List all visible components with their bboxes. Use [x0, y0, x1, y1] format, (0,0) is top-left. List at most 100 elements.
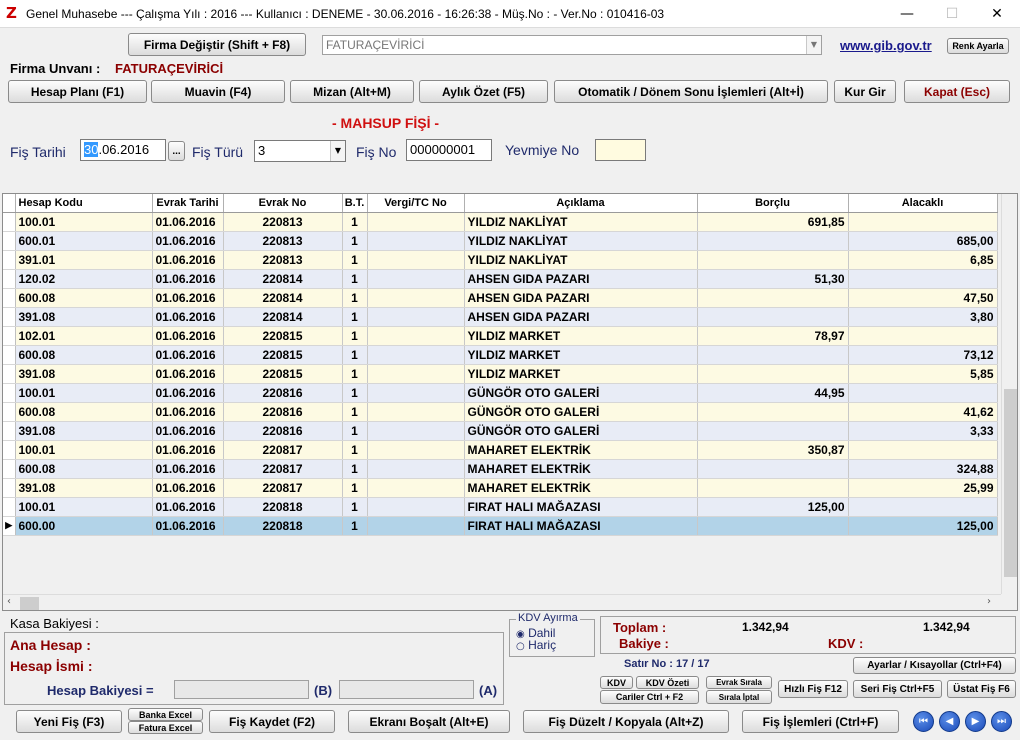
cell-alacakli[interactable] — [848, 269, 998, 289]
cell-alacakli[interactable] — [848, 497, 998, 517]
cell-aciklama[interactable]: GÜNGÖR OTO GALERİ — [464, 383, 698, 403]
cell-vergi-tc-no[interactable] — [367, 269, 465, 289]
cell-evrak-no[interactable]: 220814 — [223, 269, 343, 289]
row-selector[interactable] — [3, 307, 16, 327]
firma-combo[interactable]: FATURAÇEVİRİCİ ▼ — [322, 35, 822, 55]
cell-evrak-no[interactable]: 220814 — [223, 307, 343, 327]
row-selector[interactable] — [3, 402, 16, 422]
cell-bt[interactable]: 1 — [342, 478, 368, 498]
cell-alacakli[interactable]: 6,85 — [848, 250, 998, 270]
previous-record-icon[interactable]: ◀ — [939, 711, 960, 732]
cell-evrak-no[interactable]: 220817 — [223, 478, 343, 498]
table-row[interactable]: 100.01 01.06.2016 220817 1 MAHARET ELEKTRİK 3… — [3, 440, 998, 460]
muavin-button[interactable]: Muavin (F4) — [151, 80, 285, 103]
fis-tarihi-input[interactable]: 30.06.2016 — [80, 139, 166, 161]
aylik-ozet-button[interactable]: Aylık Özet (F5) — [419, 80, 548, 103]
fis-kaydet-button[interactable]: Fiş Kaydet (F2) — [209, 710, 335, 733]
fis-duzelt-kopyala-button[interactable]: Fiş Düzelt / Kopyala (Alt+Z) — [523, 710, 729, 733]
cell-evrak-no[interactable]: 220813 — [223, 250, 343, 270]
table-row[interactable]: 600.08 01.06.2016 220815 1 YILDIZ MARKET 73,1… — [3, 345, 998, 365]
row-selector[interactable]: ▶ — [3, 516, 16, 536]
cell-evrak-no[interactable]: 220814 — [223, 288, 343, 308]
scroll-right-icon[interactable]: › — [987, 596, 991, 607]
cell-bt[interactable]: 1 — [342, 421, 368, 441]
table-row[interactable]: 600.08 01.06.2016 220814 1 AHSEN GIDA PAZARI… — [3, 288, 998, 308]
col-aciklama[interactable]: Açıklama — [464, 194, 698, 213]
cell-hesap-kodu[interactable]: 600.08 — [15, 402, 153, 422]
fatura-excel-button[interactable]: Fatura Excel — [128, 721, 203, 734]
cell-alacakli[interactable]: 3,33 — [848, 421, 998, 441]
ustat-fis-button[interactable]: Üstat Fiş F6 — [947, 680, 1016, 698]
row-selector[interactable] — [3, 497, 16, 517]
cell-hesap-kodu[interactable]: 391.01 — [15, 250, 153, 270]
cell-evrak-no[interactable]: 220817 — [223, 440, 343, 460]
cell-hesap-kodu[interactable]: 100.01 — [15, 497, 153, 517]
cell-aciklama[interactable]: MAHARET ELEKTRİK — [464, 440, 698, 460]
cell-evrak-tarihi[interactable]: 01.06.2016 — [152, 383, 224, 403]
cell-evrak-no[interactable]: 220815 — [223, 345, 343, 365]
kapat-button[interactable]: Kapat (Esc) — [904, 80, 1010, 103]
cell-vergi-tc-no[interactable] — [367, 345, 465, 365]
cell-vergi-tc-no[interactable] — [367, 478, 465, 498]
yeni-fis-button[interactable]: Yeni Fiş (F3) — [16, 710, 122, 733]
cell-aciklama[interactable]: GÜNGÖR OTO GALERİ — [464, 402, 698, 422]
cell-hesap-kodu[interactable]: 391.08 — [15, 364, 153, 384]
cell-alacakli[interactable]: 685,00 — [848, 231, 998, 251]
cell-evrak-no[interactable]: 220818 — [223, 497, 343, 517]
row-selector[interactable] — [3, 440, 16, 460]
maximize-icon[interactable]: ☐ — [929, 0, 975, 28]
cell-alacakli[interactable]: 25,99 — [848, 478, 998, 498]
cell-bt[interactable]: 1 — [342, 326, 368, 346]
cell-borclu[interactable] — [697, 459, 849, 479]
fis-islemleri-button[interactable]: Fiş İşlemleri (Ctrl+F) — [742, 710, 899, 733]
table-row[interactable]: 100.01 01.06.2016 220818 1 FIRAT HALI MAĞAZA… — [3, 497, 998, 517]
cell-alacakli[interactable] — [848, 212, 998, 232]
table-row[interactable]: 391.01 01.06.2016 220813 1 YILDIZ NAKLİYAT 6,… — [3, 250, 998, 270]
cell-vergi-tc-no[interactable] — [367, 440, 465, 460]
cell-alacakli[interactable] — [848, 383, 998, 403]
cell-borclu[interactable]: 125,00 — [697, 497, 849, 517]
table-row[interactable]: 100.01 01.06.2016 220816 1 GÜNGÖR OTO GALERİ… — [3, 383, 998, 403]
table-row[interactable]: 600.08 01.06.2016 220817 1 MAHARET ELEKTRİK 3… — [3, 459, 998, 479]
hizli-fis-button[interactable]: Hızlı Fiş F12 — [778, 680, 848, 698]
row-selector[interactable] — [3, 288, 16, 308]
cell-evrak-no[interactable]: 220816 — [223, 402, 343, 422]
row-selector[interactable] — [3, 383, 16, 403]
table-row[interactable]: 102.01 01.06.2016 220815 1 YILDIZ MARKET 78,9… — [3, 326, 998, 346]
cell-hesap-kodu[interactable]: 120.02 — [15, 269, 153, 289]
cell-evrak-tarihi[interactable]: 01.06.2016 — [152, 516, 224, 536]
cell-vergi-tc-no[interactable] — [367, 402, 465, 422]
cell-borclu[interactable] — [697, 402, 849, 422]
cell-evrak-no[interactable]: 220813 — [223, 231, 343, 251]
scroll-left-icon[interactable]: ‹ — [7, 596, 11, 607]
cell-aciklama[interactable]: AHSEN GIDA PAZARI — [464, 288, 698, 308]
cell-borclu[interactable]: 691,85 — [697, 212, 849, 232]
cell-evrak-no[interactable]: 220816 — [223, 421, 343, 441]
cell-evrak-tarihi[interactable]: 01.06.2016 — [152, 497, 224, 517]
cell-bt[interactable]: 1 — [342, 383, 368, 403]
sirala-iptal-button[interactable]: Sırala İptal — [706, 690, 772, 704]
cell-hesap-kodu[interactable]: 600.08 — [15, 459, 153, 479]
cell-evrak-tarihi[interactable]: 01.06.2016 — [152, 288, 224, 308]
cell-vergi-tc-no[interactable] — [367, 383, 465, 403]
fis-grid[interactable]: Hesap Kodu Evrak Tarihi Evrak No B.T. Ve… — [2, 193, 1018, 611]
banka-excel-button[interactable]: Banka Excel — [128, 708, 203, 721]
col-evrak-no[interactable]: Evrak No — [223, 194, 343, 213]
row-selector[interactable] — [3, 478, 16, 498]
cell-hesap-kodu[interactable]: 100.01 — [15, 440, 153, 460]
col-hesap-kodu[interactable]: Hesap Kodu — [15, 194, 153, 213]
cell-aciklama[interactable]: YILDIZ MARKET — [464, 345, 698, 365]
haric-radio[interactable]: ○ Hariç — [516, 638, 556, 652]
cell-aciklama[interactable]: YILDIZ MARKET — [464, 326, 698, 346]
kdv-button[interactable]: KDV — [600, 676, 633, 689]
chevron-down-icon[interactable]: ▼ — [806, 36, 821, 54]
cell-alacakli[interactable]: 125,00 — [848, 516, 998, 536]
chevron-down-icon[interactable]: ▼ — [330, 141, 345, 161]
table-row[interactable]: 391.08 01.06.2016 220816 1 GÜNGÖR OTO GALERİ… — [3, 421, 998, 441]
row-selector[interactable] — [3, 345, 16, 365]
col-alacakli[interactable]: Alacaklı — [848, 194, 998, 213]
table-row[interactable]: 100.01 01.06.2016 220813 1 YILDIZ NAKLİYAT 69… — [3, 212, 998, 232]
cell-alacakli[interactable]: 3,80 — [848, 307, 998, 327]
row-selector[interactable] — [3, 421, 16, 441]
cell-evrak-no[interactable]: 220815 — [223, 326, 343, 346]
